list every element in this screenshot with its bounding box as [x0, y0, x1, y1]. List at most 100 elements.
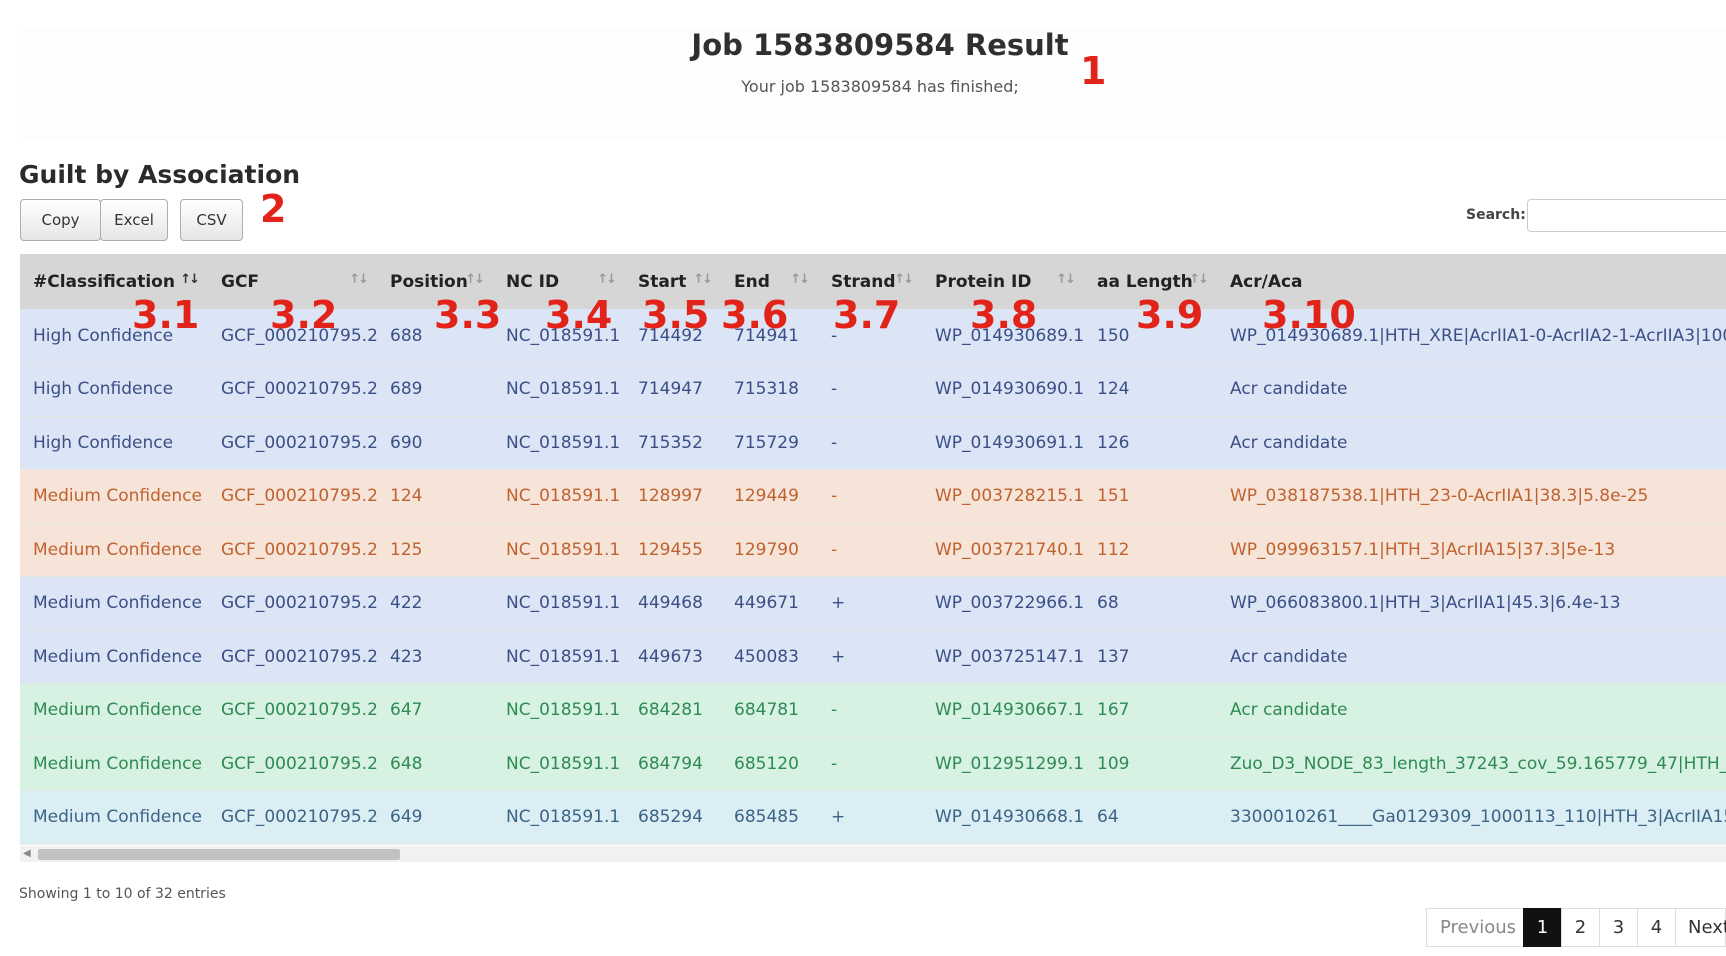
gcf-cell: GCF_000210795.2	[221, 486, 377, 507]
acr-aca-cell: Zuo_D3_NODE_83_length_37243_cov_59.16577…	[1230, 753, 1726, 774]
position-cell: 689	[390, 379, 423, 400]
scroll-left-arrow-icon[interactable]: ◀	[23, 848, 31, 859]
acr-aca-cell: Acr candidate	[1230, 379, 1348, 400]
nc-id-cell: NC_018591.1	[506, 486, 621, 507]
aa-length-cell: 167	[1097, 700, 1130, 721]
gcf-cell: GCF_000210795.2	[221, 539, 377, 560]
sort-icon: ↑↓	[1056, 272, 1076, 287]
classification-cell: High Confidence	[33, 379, 174, 400]
aa-length-cell: 126	[1097, 432, 1130, 453]
pagination-page-1[interactable]: 1	[1523, 908, 1562, 947]
table-row[interactable]: Medium Confidence GCF_000210795.2 422 NC_01…	[20, 576, 1726, 630]
start-cell: 129455	[638, 539, 703, 560]
annotation-3-10: 3.10	[1262, 293, 1356, 337]
start-cell: 684281	[638, 700, 703, 721]
strand-cell: +	[831, 807, 846, 828]
aa-length-cell: 137	[1097, 646, 1130, 667]
aa-length-cell: 68	[1097, 593, 1119, 614]
sort-icon: ↑↓	[1189, 272, 1209, 287]
gcf-cell: GCF_000210795.2	[221, 379, 377, 400]
position-cell: 125	[390, 539, 423, 560]
aa-length-cell: 64	[1097, 807, 1119, 828]
job-status-text: Your job 1583809584 has finished;	[741, 77, 1019, 96]
end-cell: 129449	[734, 486, 799, 507]
gcf-cell: GCF_000210795.2	[221, 753, 377, 774]
annotation-3-2: 3.2	[270, 293, 338, 337]
start-cell: 714947	[638, 379, 703, 400]
sort-icon: ↑↓	[465, 272, 485, 287]
position-cell: 648	[390, 753, 423, 774]
table-row[interactable]: High Confidence GCF_000210795.2 690 NC_0185…	[20, 416, 1726, 470]
classification-cell: Medium Confidence	[33, 646, 202, 667]
copy-button[interactable]: Copy	[20, 199, 101, 241]
table-row[interactable]: Medium Confidence GCF_000210795.2 648 NC_01…	[20, 737, 1726, 791]
acr-aca-cell: Acr candidate	[1230, 432, 1348, 453]
position-cell: 647	[390, 700, 423, 721]
pagination-previous[interactable]: Previous	[1426, 908, 1530, 947]
end-cell: 715318	[734, 379, 799, 400]
annotation-3-6: 3.6	[721, 293, 789, 337]
scrollbar-thumb[interactable]	[38, 849, 400, 860]
column-header-label: Start	[638, 271, 687, 292]
excel-button[interactable]: Excel	[100, 199, 168, 241]
column-header-label: NC ID	[506, 271, 560, 292]
pagination-page-2[interactable]: 2	[1561, 908, 1600, 947]
table-row[interactable]: Medium Confidence GCF_000210795.2 649 NC_01…	[20, 790, 1726, 844]
table-row[interactable]: Medium Confidence GCF_000210795.2 423 NC_01…	[20, 630, 1726, 684]
classification-cell: High Confidence	[33, 432, 174, 453]
start-cell: 128997	[638, 486, 703, 507]
annotation-3-1: 3.1	[132, 293, 200, 337]
start-cell: 449673	[638, 646, 703, 667]
results-table-container: #Classification ↑↓ GCF ↑↓ Position ↑↓ NC ID…	[20, 254, 1726, 857]
nc-id-cell: NC_018591.1	[506, 646, 621, 667]
nc-id-cell: NC_018591.1	[506, 807, 621, 828]
acr-aca-cell: Acr candidate	[1230, 700, 1348, 721]
annotation-3-8: 3.8	[970, 293, 1038, 337]
nc-id-cell: NC_018591.1	[506, 432, 621, 453]
table-row[interactable]: Medium Confidence GCF_000210795.2 124 NC_01…	[20, 469, 1726, 523]
strand-cell: -	[831, 700, 838, 721]
annotation-1: 1	[1080, 49, 1107, 93]
strand-cell: -	[831, 432, 838, 453]
page-title: Job 1583809584 Result	[691, 28, 1069, 62]
column-header-label: Strand	[831, 271, 896, 292]
search-input[interactable]	[1527, 199, 1726, 232]
gcf-cell: GCF_000210795.2	[221, 593, 377, 614]
column-header-label: Protein ID	[935, 271, 1032, 292]
column-header-label: Position	[390, 271, 468, 292]
strand-cell: +	[831, 593, 846, 614]
sort-icon: ↑↓	[349, 272, 369, 287]
section-title: Guilt by Association	[19, 160, 301, 189]
annotation-2: 2	[260, 187, 287, 231]
table-row[interactable]: High Confidence GCF_000210795.2 689 NC_0185…	[20, 362, 1726, 416]
column-header-label: aa Length	[1097, 271, 1193, 292]
classification-cell: Medium Confidence	[33, 753, 202, 774]
page: Job 1583809584 Result Your job 158380958…	[0, 0, 1726, 956]
table-row[interactable]: Medium Confidence GCF_000210795.2 125 NC_01…	[20, 523, 1726, 577]
protein-id-cell: WP_012951299.1	[935, 753, 1084, 774]
end-cell: 715729	[734, 432, 799, 453]
position-cell: 422	[390, 593, 423, 614]
results-table: #Classification ↑↓ GCF ↑↓ Position ↑↓ NC ID…	[20, 254, 1726, 845]
position-cell: 690	[390, 432, 423, 453]
sort-icon: ↑↓	[180, 272, 200, 287]
column-header-label: Acr/Aca	[1230, 271, 1303, 292]
pagination-page-3[interactable]: 3	[1599, 908, 1638, 947]
horizontal-scrollbar[interactable]: ◀	[20, 846, 1726, 862]
pagination-page-4[interactable]: 4	[1637, 908, 1676, 947]
strand-cell: +	[831, 646, 846, 667]
classification-cell: Medium Confidence	[33, 700, 202, 721]
start-cell: 715352	[638, 432, 703, 453]
nc-id-cell: NC_018591.1	[506, 379, 621, 400]
nc-id-cell: NC_018591.1	[506, 539, 621, 560]
aa-length-cell: 124	[1097, 379, 1130, 400]
table-row[interactable]: Medium Confidence GCF_000210795.2 647 NC_01…	[20, 683, 1726, 737]
nc-id-cell: NC_018591.1	[506, 753, 621, 774]
aa-length-cell: 109	[1097, 753, 1130, 774]
start-cell: 449468	[638, 593, 703, 614]
csv-button[interactable]: CSV	[180, 199, 243, 241]
strand-cell: -	[831, 753, 838, 774]
pagination-next[interactable]: Next	[1675, 908, 1726, 947]
end-cell: 450083	[734, 646, 799, 667]
search-label: Search:	[1466, 207, 1526, 223]
